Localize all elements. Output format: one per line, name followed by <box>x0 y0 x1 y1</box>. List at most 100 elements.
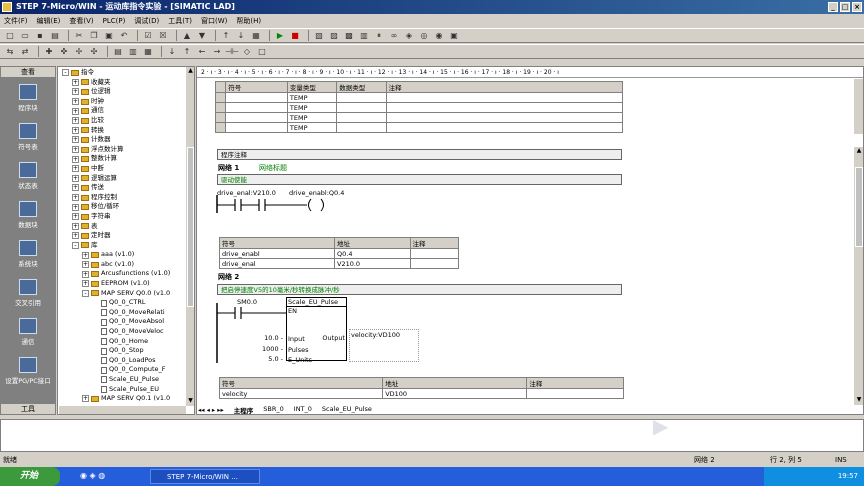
cell-comment[interactable] <box>385 112 624 123</box>
scale-eu-pulse-box[interactable]: Scale_EU_Pulse EN Input Pulses E_Units Out… <box>286 297 347 364</box>
sort-desc-icon[interactable]: ↓ <box>235 30 247 41</box>
pou-comment-icon[interactable]: ▤ <box>112 46 124 57</box>
collapse-icon[interactable]: - <box>82 289 89 297</box>
symtable-cell[interactable]: drive_enabl <box>218 248 336 259</box>
expand-icon[interactable]: + <box>72 126 79 134</box>
tree-item[interactable]: + 中断 <box>60 164 186 174</box>
expand-icon[interactable]: + <box>72 107 79 115</box>
collapse-icon[interactable]: - <box>72 241 79 249</box>
tree-item[interactable]: + 位逻辑 <box>60 87 186 97</box>
tree-item[interactable]: Scale_EU_Pulse <box>60 375 186 385</box>
symtable-cell[interactable] <box>409 248 460 259</box>
sort-asc-icon[interactable]: ↑ <box>220 30 232 41</box>
cell-comment[interactable] <box>385 92 624 103</box>
tree-item[interactable]: + 表 <box>60 222 186 232</box>
pin-value[interactable]: 10.0 - <box>253 333 283 344</box>
table-row[interactable]: TEMP <box>214 122 624 133</box>
expand-icon[interactable]: + <box>72 194 79 202</box>
expand-icon[interactable]: + <box>72 136 79 144</box>
table-row[interactable]: TEMP <box>214 112 624 123</box>
cell-data-type[interactable] <box>336 92 387 103</box>
table-row[interactable]: drive_enal V210.0 <box>218 258 460 269</box>
table-row[interactable]: drive_enabl Q0.4 <box>218 248 460 259</box>
network-comment-icon[interactable]: ▥ <box>127 46 139 57</box>
paste-icon[interactable]: ▣ <box>103 30 115 41</box>
read-icon[interactable]: ▣ <box>448 30 460 41</box>
menu-item-5[interactable]: 工具(T) <box>168 16 192 26</box>
table-row[interactable]: velocity VD100 <box>218 388 624 399</box>
tree-item[interactable]: + 浮点数计算 <box>60 145 186 155</box>
chart-icon[interactable]: ▩ <box>343 30 355 41</box>
cell-symbol[interactable] <box>225 92 288 103</box>
new-icon[interactable]: □ <box>4 30 16 41</box>
expand-icon[interactable]: + <box>72 213 79 221</box>
symtable-cell[interactable] <box>409 258 460 269</box>
maximize-icon[interactable]: □ <box>840 2 850 12</box>
coil[interactable] <box>308 198 312 212</box>
options-icon[interactable]: ▦ <box>250 30 262 41</box>
pin-value[interactable]: 5.0 - <box>253 354 283 365</box>
nav-item-5[interactable]: 交叉引用 <box>1 273 55 312</box>
contact-icon[interactable]: ⊣⊢ <box>225 46 239 57</box>
editor-scrollbar[interactable]: ▲ ▼ <box>853 147 863 405</box>
run-icon[interactable]: ▶ <box>274 30 286 41</box>
tree-item[interactable]: + 时钟 <box>60 97 186 107</box>
compile-icon[interactable]: ☑ <box>142 30 154 41</box>
expand-icon[interactable]: + <box>82 280 89 288</box>
link-icon[interactable]: ∞ <box>388 30 400 41</box>
cell-symbol[interactable] <box>225 122 288 133</box>
coil-icon[interactable]: ◇ <box>241 46 253 57</box>
cell-data-type[interactable] <box>336 102 387 113</box>
network-2-comment[interactable]: 把启停速度V5的10毫米/秒转换成脉冲/秒 <box>217 284 622 295</box>
table-row[interactable]: TEMP <box>214 92 624 103</box>
status-icon[interactable]: ▨ <box>328 30 340 41</box>
expand-icon[interactable]: + <box>82 270 89 278</box>
cut-icon[interactable]: ✂ <box>73 30 85 41</box>
close-icon[interactable]: × <box>852 2 862 12</box>
open-icon[interactable]: ▭ <box>19 30 31 41</box>
nav-item-0[interactable]: 程序块 <box>1 78 55 117</box>
tree-item[interactable]: + 转换 <box>60 126 186 136</box>
tree-item[interactable]: + MAP SERV Q0.1 (v1.0 <box>60 394 186 404</box>
editor-scroll-down-icon[interactable]: ▼ <box>854 396 864 405</box>
scroll-down-icon[interactable]: ▼ <box>186 397 194 406</box>
collapse-icon[interactable]: - <box>62 69 69 77</box>
tree-item[interactable]: Q0_0_Stop <box>60 346 186 356</box>
network-1-title[interactable]: 网络标题 <box>259 163 287 173</box>
symtable-cell[interactable]: V210.0 <box>334 258 411 269</box>
tree-item[interactable]: + 程序控制 <box>60 193 186 203</box>
cell-comment[interactable] <box>385 102 624 113</box>
nav-item-1[interactable]: 符号表 <box>1 117 55 156</box>
trend-icon[interactable]: ◈ <box>403 30 415 41</box>
cell-symbol[interactable] <box>225 112 288 123</box>
tree-item[interactable]: + 整数计算 <box>60 154 186 164</box>
expand-icon[interactable]: + <box>72 222 79 230</box>
box-icon[interactable]: □ <box>256 46 268 57</box>
symtable-cell[interactable]: Q0.4 <box>334 248 411 259</box>
line-left-icon[interactable]: ← <box>196 46 208 57</box>
program-comment[interactable]: 程序注释 <box>217 149 622 160</box>
expand-icon[interactable]: + <box>72 98 79 106</box>
nav-item-6[interactable]: 通信 <box>1 312 55 351</box>
output-operand[interactable]: velocity:VD100 <box>349 329 419 362</box>
tree-item[interactable]: + Arcusfunctions (v1.0) <box>60 269 186 279</box>
cell-var-type[interactable]: TEMP <box>286 102 338 113</box>
expand-icon[interactable]: + <box>72 78 79 86</box>
tree-item[interactable]: + 移位/循环 <box>60 202 186 212</box>
tab-0[interactable]: 主程序 <box>234 405 254 415</box>
editor-scroll-thumb[interactable] <box>855 167 863 247</box>
tree-item[interactable]: Q0_0_MoveAbsol <box>60 317 186 327</box>
menu-item-1[interactable]: 编辑(E) <box>37 16 61 26</box>
tree-item[interactable]: + 传送 <box>60 183 186 193</box>
compile-all-icon[interactable]: ☒ <box>157 30 169 41</box>
minimize-icon[interactable]: _ <box>828 2 838 12</box>
print-icon[interactable]: ▤ <box>49 30 61 41</box>
cell-var-type[interactable]: TEMP <box>286 112 338 123</box>
symtable-cell[interactable]: velocity <box>218 388 384 399</box>
cell-comment[interactable] <box>385 122 624 133</box>
next-bookmark-icon[interactable]: ✜ <box>58 46 70 57</box>
tree-item[interactable]: Q0_0_Home <box>60 337 186 347</box>
nav-item-3[interactable]: 数据块 <box>1 195 55 234</box>
menu-item-0[interactable]: 文件(F) <box>4 16 28 26</box>
tree-item[interactable]: Q0_0_MoveVeloc <box>60 327 186 337</box>
